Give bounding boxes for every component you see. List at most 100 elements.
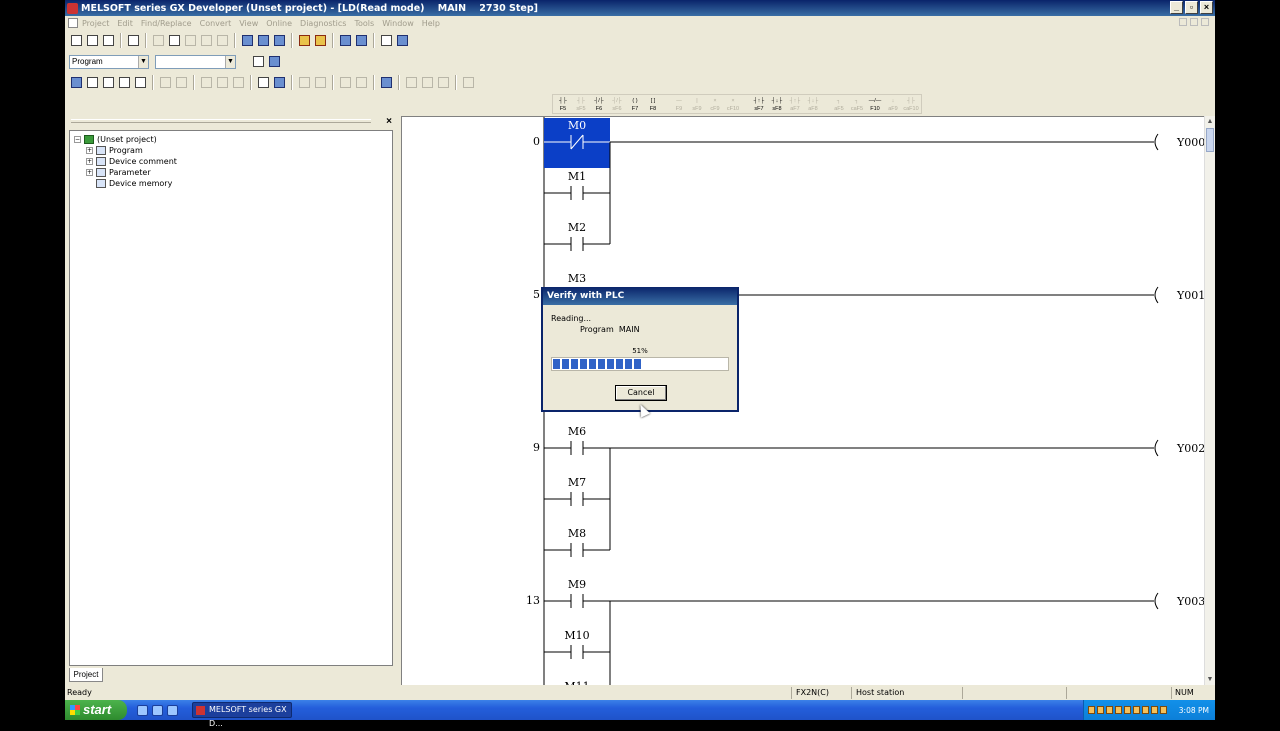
horizontal-line-button[interactable]: — F9 xyxy=(670,96,688,113)
menu-tools[interactable]: Tools xyxy=(354,19,374,28)
contact-nc-parallel-button[interactable]: ┤/├ sF6 xyxy=(608,96,626,113)
contact-nc-button[interactable]: ┤/├ F6 xyxy=(590,96,608,113)
display-browser-icon[interactable] xyxy=(251,54,266,69)
tree-item-program[interactable]: + Program xyxy=(86,146,143,155)
pane-close-icon[interactable]: × xyxy=(386,116,392,127)
tray-icon[interactable] xyxy=(1142,706,1149,714)
cross-reference-icon[interactable] xyxy=(272,75,287,90)
tray-icon[interactable] xyxy=(1133,706,1140,714)
convert-icon[interactable] xyxy=(297,75,312,90)
find-instruction-icon[interactable] xyxy=(256,33,271,48)
find-device-icon[interactable] xyxy=(240,33,255,48)
menu-diagnostics[interactable]: Diagnostics xyxy=(300,19,346,28)
monitor-icon[interactable] xyxy=(231,75,246,90)
statement-icon[interactable] xyxy=(133,75,148,90)
coil-button[interactable]: ( ) F7 xyxy=(626,96,644,113)
new-project-icon[interactable] xyxy=(69,33,84,48)
ladder-view-icon[interactable] xyxy=(69,75,84,90)
mdi-close-icon[interactable] xyxy=(1201,18,1209,26)
entry-monitor-icon[interactable] xyxy=(395,33,410,48)
switch-window-icon[interactable] xyxy=(267,54,282,69)
contact-no-parallel-button[interactable]: ┤├ sF5 xyxy=(572,96,590,113)
rising-pulse-parallel-button[interactable]: ┤↑├ aF7 xyxy=(786,96,804,113)
copy-icon[interactable] xyxy=(167,33,182,48)
tray-icon[interactable] xyxy=(1160,706,1167,714)
data-name-select[interactable]: ▼ xyxy=(155,55,236,69)
zoom-icon[interactable] xyxy=(338,75,353,90)
tray-icon[interactable] xyxy=(1151,706,1158,714)
chevron-down-icon[interactable]: ▼ xyxy=(138,56,148,68)
collapse-icon[interactable]: − xyxy=(74,136,81,143)
find-icon[interactable] xyxy=(379,75,394,90)
convert-all-icon[interactable] xyxy=(313,75,328,90)
folder-icon[interactable] xyxy=(167,704,178,716)
cut-icon[interactable] xyxy=(151,33,166,48)
menu-project[interactable]: Project xyxy=(82,19,109,28)
insert-column-icon[interactable] xyxy=(436,75,451,90)
minimize-button[interactable]: _ xyxy=(1170,1,1183,14)
tree-root[interactable]: − (Unset project) xyxy=(74,135,157,144)
vertical-scrollbar[interactable]: ▲ ▼ xyxy=(1204,116,1215,685)
tray-icon[interactable] xyxy=(1106,706,1113,714)
scroll-down-icon[interactable]: ▼ xyxy=(1205,674,1215,685)
menu-find-replace[interactable]: Find/Replace xyxy=(141,19,192,28)
mdi-minimize-icon[interactable] xyxy=(1179,18,1187,26)
paste-icon[interactable] xyxy=(183,33,198,48)
redo-icon[interactable] xyxy=(215,33,230,48)
document-icon[interactable] xyxy=(68,18,78,28)
tray-icon[interactable] xyxy=(1115,706,1122,714)
note-icon[interactable] xyxy=(158,75,173,90)
pulse-conversion-button[interactable]: ┤├ caF10 xyxy=(902,96,920,113)
delete-horizontal-button[interactable]: × cF9 xyxy=(706,96,724,113)
menu-convert[interactable]: Convert xyxy=(200,19,232,28)
tree-item-parameter[interactable]: + Parameter xyxy=(86,168,151,177)
comment-icon[interactable] xyxy=(117,75,132,90)
data-type-select[interactable]: Program ▼ xyxy=(69,55,149,69)
menu-edit[interactable]: Edit xyxy=(117,19,133,28)
write-to-plc-icon[interactable] xyxy=(297,33,312,48)
falling-pulse-parallel-button[interactable]: ┤↓├ aF8 xyxy=(804,96,822,113)
tray-icon[interactable] xyxy=(1124,706,1131,714)
ie-icon[interactable] xyxy=(137,704,148,716)
rising-pulse-button[interactable]: ┤↑├ sF7 xyxy=(750,96,768,113)
read-mode-icon[interactable] xyxy=(199,75,214,90)
delete-vertical-button[interactable]: × cF10 xyxy=(724,96,742,113)
tree-item-device-comment[interactable]: + Device comment xyxy=(86,157,177,166)
invert-button[interactable]: —/— F10 xyxy=(866,96,884,113)
taskbar-item-melsoft[interactable]: MELSOFT series GX D... xyxy=(192,702,292,728)
monitor-mode-icon[interactable] xyxy=(338,33,353,48)
menu-view[interactable]: View xyxy=(239,19,258,28)
menu-online[interactable]: Online xyxy=(266,19,292,28)
expand-icon[interactable]: + xyxy=(86,147,93,154)
contact-no-button[interactable]: ┤├ F5 xyxy=(554,96,572,113)
zoom-fit-icon[interactable] xyxy=(354,75,369,90)
tray-icon[interactable] xyxy=(1097,706,1104,714)
tab-project[interactable]: Project xyxy=(69,668,103,682)
expand-icon[interactable]: + xyxy=(86,158,93,165)
vertical-line-button[interactable]: | sF9 xyxy=(688,96,706,113)
ladder-edit-icon[interactable] xyxy=(101,75,116,90)
ladder-editor[interactable]: 0M0M1M2Y0005M3M89M5Y0019M6M7M8Y00213M9M1… xyxy=(401,116,1215,685)
cancel-button[interactable]: Cancel xyxy=(615,385,667,401)
pane-grip[interactable] xyxy=(71,119,371,123)
line-delete-button[interactable]: ┐ caF5 xyxy=(848,96,866,113)
close-button[interactable]: × xyxy=(1200,1,1213,14)
print-icon[interactable] xyxy=(126,33,141,48)
restore-button[interactable]: ▫ xyxy=(1185,1,1198,14)
dialog-title[interactable]: Verify with PLC xyxy=(543,287,737,305)
falling-pulse-button[interactable]: ┤↓├ sF8 xyxy=(768,96,786,113)
undo-icon[interactable] xyxy=(199,33,214,48)
open-project-icon[interactable] xyxy=(85,33,100,48)
chevron-down-icon[interactable]: ▼ xyxy=(225,56,235,68)
device-batch-icon[interactable] xyxy=(379,33,394,48)
find-step-icon[interactable] xyxy=(272,33,287,48)
tree-item-device-memory[interactable]: Device memory xyxy=(96,179,172,188)
menu-help[interactable]: Help xyxy=(422,19,440,28)
insert-row-icon[interactable] xyxy=(404,75,419,90)
monitor-write-icon[interactable] xyxy=(354,33,369,48)
mdi-restore-icon[interactable] xyxy=(1190,18,1198,26)
save-project-icon[interactable] xyxy=(101,33,116,48)
device-list-icon[interactable] xyxy=(256,75,271,90)
explorer-icon[interactable] xyxy=(152,704,163,716)
tray-icon[interactable] xyxy=(1088,706,1095,714)
